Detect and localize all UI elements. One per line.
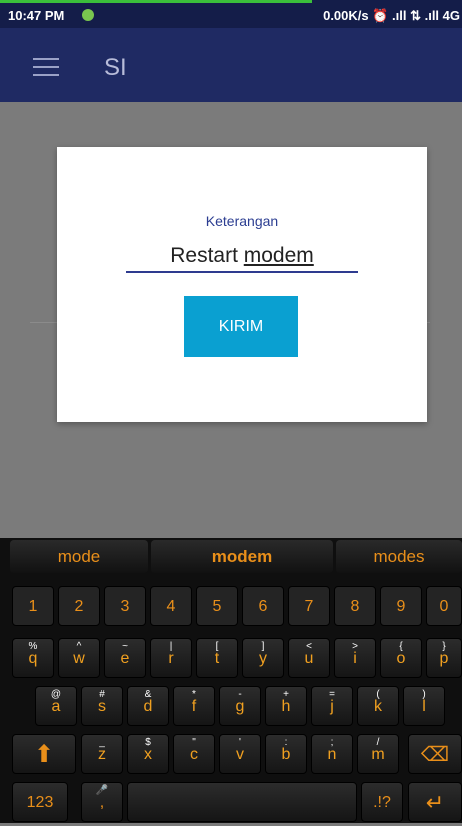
key-y[interactable]: ] y xyxy=(242,638,284,678)
status-time: 10:47 PM xyxy=(8,8,65,23)
key-d[interactable]: & d xyxy=(127,686,169,726)
app-title: SI xyxy=(104,54,127,81)
space-key[interactable] xyxy=(127,782,357,822)
status-bar: 10:47 PM 0.00K/s ⏰ .ıll ⇅ .ıll 4G xyxy=(0,0,462,28)
key-m[interactable]: / m xyxy=(357,734,399,774)
key-i[interactable]: > i xyxy=(334,638,376,678)
key-7[interactable]: 7 xyxy=(288,586,330,626)
key-r[interactable]: | r xyxy=(150,638,192,678)
suggestion-3[interactable]: modes xyxy=(336,540,462,573)
enter-icon: ↵ xyxy=(425,790,445,815)
backspace-icon: ⌫ xyxy=(420,744,450,766)
key-e[interactable]: ~ e xyxy=(104,638,146,678)
key-8[interactable]: 8 xyxy=(334,586,376,626)
key-p[interactable]: } p xyxy=(426,638,462,678)
key-v[interactable]: ' v xyxy=(219,734,261,774)
app-bar xyxy=(0,28,462,102)
suggestion-1[interactable]: mode xyxy=(10,540,148,573)
mic-icon: 🎤 xyxy=(95,785,109,796)
key-1[interactable]: 1 xyxy=(12,586,54,626)
key-s[interactable]: # s xyxy=(81,686,123,726)
key-n[interactable]: ; n xyxy=(311,734,353,774)
key-0[interactable]: 0 xyxy=(426,586,462,626)
key-5[interactable]: 5 xyxy=(196,586,238,626)
key-9[interactable]: 9 xyxy=(380,586,422,626)
description-text: Restart xyxy=(170,244,244,267)
dialog-label: Keterangan xyxy=(205,213,279,229)
key-g[interactable]: -g xyxy=(219,686,261,726)
app-status-icon xyxy=(82,9,94,21)
punctuation-key[interactable]: .!? xyxy=(361,782,403,822)
comma-key[interactable]: 🎤, xyxy=(81,782,123,822)
key-q[interactable]: % q xyxy=(12,638,54,678)
description-underlined-word: modem xyxy=(243,244,314,267)
input-underline xyxy=(126,271,358,273)
key-a[interactable]: @ a xyxy=(35,686,77,726)
menu-icon[interactable] xyxy=(33,58,59,78)
key-l[interactable]: ) l xyxy=(403,686,445,726)
send-button[interactable]: KIRIM xyxy=(184,296,298,357)
suggestion-2[interactable]: modem xyxy=(151,540,333,573)
shift-key[interactable]: ⬆ xyxy=(12,734,76,774)
description-input[interactable]: Restart modem xyxy=(127,244,357,268)
status-right-info: 0.00K/s ⏰ .ıll ⇅ .ıll 4G xyxy=(323,8,460,23)
key-f[interactable]: * f xyxy=(173,686,215,726)
enter-key[interactable]: ↵ xyxy=(408,782,462,822)
key-b[interactable]: :b xyxy=(265,734,307,774)
key-u[interactable]: < u xyxy=(288,638,330,678)
key-4[interactable]: 4 xyxy=(150,586,192,626)
shift-icon: ⬆ xyxy=(33,741,55,768)
key-o[interactable]: {o xyxy=(380,638,422,678)
key-3[interactable]: 3 xyxy=(104,586,146,626)
key-k[interactable]: (k xyxy=(357,686,399,726)
key-t[interactable]: [t xyxy=(196,638,238,678)
key-w[interactable]: ^ w xyxy=(58,638,100,678)
progress-line xyxy=(0,0,312,3)
key-j[interactable]: = j xyxy=(311,686,353,726)
key-2[interactable]: 2 xyxy=(58,586,100,626)
symbols-key[interactable]: 123 xyxy=(12,782,68,822)
dialog: Keterangan Restart modem KIRIM xyxy=(57,147,427,422)
key-x[interactable]: $ x xyxy=(127,734,169,774)
key-h[interactable]: + h xyxy=(265,686,307,726)
backspace-key[interactable]: ⌫ xyxy=(408,734,462,774)
key-z[interactable]: _ z xyxy=(81,734,123,774)
key-c[interactable]: " c xyxy=(173,734,215,774)
key-6[interactable]: 6 xyxy=(242,586,284,626)
